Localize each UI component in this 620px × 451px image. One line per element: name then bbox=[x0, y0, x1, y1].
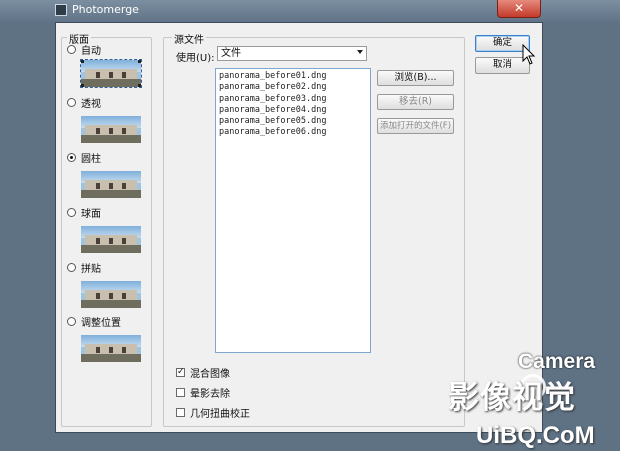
list-item[interactable]: panorama_before05.dng bbox=[219, 116, 367, 127]
use-dropdown-value: 文件 bbox=[221, 48, 241, 59]
radio-button[interactable] bbox=[67, 207, 76, 217]
perspective-preview-thumbnail bbox=[81, 116, 141, 143]
radio-label: 透视 bbox=[81, 98, 101, 110]
use-label: 使用(U): bbox=[176, 53, 215, 64]
layout-group: 版面 自动 透视 圆柱 球面 拼贴 调整位置 bbox=[61, 31, 152, 427]
geometric-distortion-checkbox[interactable]: 几何扭曲校正 bbox=[176, 406, 250, 420]
list-item[interactable]: panorama_before03.dng bbox=[219, 94, 367, 105]
watermark-main-text: 影像视觉 bbox=[448, 380, 576, 416]
list-item[interactable]: panorama_before06.dng bbox=[219, 127, 367, 138]
checkbox-box[interactable] bbox=[176, 407, 185, 417]
checkbox-box[interactable]: ✓ bbox=[176, 367, 185, 377]
app-icon bbox=[55, 4, 67, 16]
list-item[interactable]: panorama_before01.dng bbox=[219, 71, 367, 82]
checkbox-label: 混合图像 bbox=[190, 368, 230, 380]
vignette-removal-checkbox[interactable]: 晕影去除 bbox=[176, 386, 230, 400]
spherical-preview-thumbnail bbox=[81, 226, 141, 253]
remove-button[interactable]: 移去(R) bbox=[377, 94, 454, 110]
radio-spherical[interactable]: 球面 bbox=[67, 205, 101, 220]
source-legend: 源文件 bbox=[172, 31, 206, 46]
file-list[interactable]: panorama_before01.dng panorama_before02.… bbox=[215, 68, 371, 353]
list-item[interactable]: panorama_before02.dng bbox=[219, 82, 367, 93]
radio-label: 球面 bbox=[81, 208, 101, 220]
mouse-pointer-icon bbox=[522, 44, 536, 65]
use-dropdown[interactable]: 文件 bbox=[217, 46, 367, 61]
radio-reposition[interactable]: 调整位置 bbox=[67, 314, 121, 329]
radio-collage[interactable]: 拼贴 bbox=[67, 260, 101, 275]
blend-images-checkbox[interactable]: ✓ 混合图像 bbox=[176, 366, 230, 380]
radio-label: 圆柱 bbox=[81, 153, 101, 165]
watermark-url: UiBQ.CoM bbox=[476, 422, 595, 449]
chevron-down-icon bbox=[357, 50, 363, 54]
add-open-files-button[interactable]: 添加打开的文件(F) bbox=[377, 118, 454, 134]
reposition-preview-thumbnail bbox=[81, 335, 141, 362]
radio-button[interactable] bbox=[67, 97, 76, 107]
radio-cylindrical[interactable]: 圆柱 bbox=[67, 150, 101, 165]
cylindrical-preview-thumbnail bbox=[81, 171, 141, 198]
browse-button[interactable]: 浏览(B)... bbox=[377, 70, 454, 86]
radio-label: 自动 bbox=[81, 45, 101, 57]
checkbox-box[interactable] bbox=[176, 387, 185, 397]
radio-button[interactable] bbox=[67, 316, 76, 326]
checkbox-label: 几何扭曲校正 bbox=[190, 408, 250, 420]
radio-auto[interactable]: 自动 bbox=[67, 42, 101, 57]
radio-button[interactable] bbox=[67, 152, 76, 162]
title-bar[interactable]: Photomerge ✕ bbox=[0, 0, 620, 22]
list-item[interactable]: panorama_before04.dng bbox=[219, 105, 367, 116]
auto-preview-thumbnail bbox=[80, 59, 142, 88]
checkbox-label: 晕影去除 bbox=[190, 388, 230, 400]
source-files-group: 源文件 使用(U): 文件 panorama_before01.dng pano… bbox=[163, 31, 465, 427]
radio-label: 调整位置 bbox=[81, 317, 121, 329]
radio-button[interactable] bbox=[67, 262, 76, 272]
watermark-brand: Camera bbox=[518, 350, 596, 373]
close-button[interactable]: ✕ bbox=[497, 0, 541, 18]
collage-preview-thumbnail bbox=[81, 281, 141, 308]
window-title: Photomerge bbox=[72, 3, 139, 16]
radio-perspective[interactable]: 透视 bbox=[67, 95, 101, 110]
radio-label: 拼贴 bbox=[81, 263, 101, 275]
radio-button[interactable] bbox=[67, 44, 76, 54]
